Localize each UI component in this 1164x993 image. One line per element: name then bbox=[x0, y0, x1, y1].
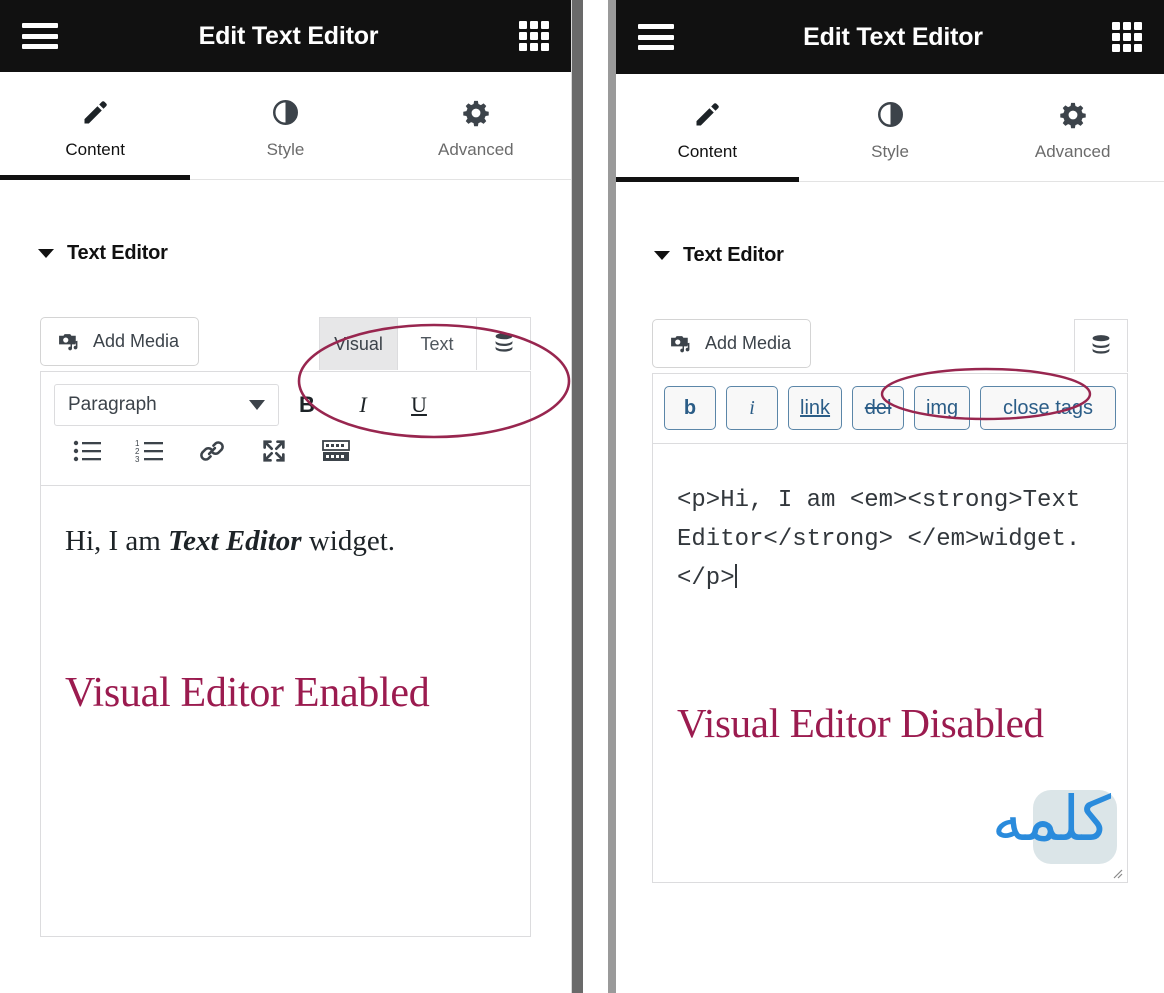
panel-visual-editor: Edit Text Editor Content Style Advanced … bbox=[0, 0, 572, 993]
tab-label: Content bbox=[677, 141, 738, 161]
code-value: <p>Hi, I am <em><strong>Text Editor</str… bbox=[677, 487, 1095, 592]
editor-tab-label: Text bbox=[420, 333, 454, 354]
mce-toolbar: Paragraph B I U 1 2 3 bbox=[40, 371, 531, 485]
quicktag-del-button[interactable]: del bbox=[852, 386, 905, 430]
add-media-label: Add Media bbox=[705, 333, 792, 353]
text-caret bbox=[734, 563, 737, 588]
wp-editor-right: Add Media b i link del img close tags <p… bbox=[652, 319, 1128, 883]
code-content: <p>Hi, I am <em><strong>Text Editor</str… bbox=[677, 480, 1103, 599]
contrast-icon bbox=[272, 98, 299, 128]
status-text: Visual Editor Disabled bbox=[677, 699, 1044, 746]
caret-down-icon bbox=[654, 251, 670, 260]
camera-music-icon bbox=[59, 334, 78, 351]
underline-button[interactable]: U bbox=[391, 384, 447, 426]
editor-tab-label: Visual bbox=[334, 333, 383, 354]
top-bar-left: Edit Text Editor bbox=[0, 0, 571, 72]
fullscreen-icon[interactable] bbox=[243, 431, 305, 471]
hamburger-menu-icon[interactable] bbox=[22, 23, 58, 49]
quicktag-link-button[interactable]: link bbox=[788, 386, 843, 430]
screenshot-stage: Edit Text Editor Content Style Advanced … bbox=[0, 0, 1164, 993]
media-row-right: Add Media bbox=[652, 319, 1128, 373]
tab-content[interactable]: Content bbox=[616, 74, 799, 182]
status-text: Visual Editor Enabled bbox=[65, 670, 430, 717]
section-title: Text Editor bbox=[67, 242, 168, 264]
mce-toolbar-row-1: Paragraph B I U bbox=[54, 383, 517, 427]
bulleted-list-icon[interactable] bbox=[57, 431, 119, 471]
rendered-emphasis: Text Editor bbox=[168, 525, 302, 557]
absent-switcher-area bbox=[1074, 319, 1128, 372]
insert-link-icon[interactable] bbox=[181, 431, 243, 471]
rendered-prefix: Hi, I am bbox=[65, 525, 169, 557]
database-stack-button[interactable] bbox=[1074, 319, 1128, 372]
panel-tabs-right: Content Style Advanced bbox=[616, 74, 1164, 182]
html-source-textarea[interactable]: <p>Hi, I am <em><strong>Text Editor</str… bbox=[652, 443, 1128, 883]
camera-music-icon bbox=[671, 336, 690, 353]
bold-button[interactable]: B bbox=[279, 384, 335, 426]
database-stack-button[interactable] bbox=[477, 317, 531, 370]
toolbar-toggle-icon[interactable] bbox=[305, 431, 367, 471]
top-bar-right: Edit Text Editor bbox=[616, 0, 1164, 74]
wp-editor-left: Add Media Visual Text Paragraph B I U 1 … bbox=[40, 317, 531, 937]
format-select[interactable]: Paragraph bbox=[54, 384, 279, 426]
tab-label: Style bbox=[266, 139, 305, 159]
quicktag-close-tags-button[interactable]: close tags bbox=[980, 386, 1116, 430]
apps-grid-icon[interactable] bbox=[1112, 22, 1142, 52]
panel-separator-light bbox=[608, 0, 616, 993]
rendered-paragraph: Hi, I am Text Editor widget. bbox=[65, 522, 506, 561]
add-media-button[interactable]: Add Media bbox=[40, 317, 200, 366]
format-select-value: Paragraph bbox=[68, 394, 157, 415]
numbered-list-icon[interactable]: 1 2 3 bbox=[119, 431, 181, 471]
quicktag-img-button[interactable]: img bbox=[914, 386, 970, 430]
quicktag-b-button[interactable]: b bbox=[664, 386, 716, 430]
watermark-text: كلمه bbox=[991, 782, 1111, 855]
caret-down-icon bbox=[38, 249, 54, 258]
panel-tabs-left: Content Style Advanced bbox=[0, 72, 571, 180]
section-title: Text Editor bbox=[683, 244, 784, 266]
add-media-label: Add Media bbox=[93, 331, 180, 351]
page-title: Edit Text Editor bbox=[803, 22, 983, 51]
editor-tab-visual[interactable]: Visual bbox=[319, 317, 398, 370]
tab-label: Content bbox=[65, 139, 125, 159]
hamburger-menu-icon[interactable] bbox=[638, 24, 674, 50]
italic-button[interactable]: I bbox=[335, 384, 391, 426]
contrast-icon bbox=[877, 100, 904, 130]
media-row-left: Add Media Visual Text bbox=[40, 317, 531, 371]
apps-grid-icon[interactable] bbox=[519, 21, 549, 51]
tab-style[interactable]: Style bbox=[799, 74, 982, 181]
gear-icon bbox=[462, 98, 490, 128]
tab-content[interactable]: Content bbox=[0, 72, 191, 180]
gear-icon bbox=[1059, 100, 1087, 130]
tab-style[interactable]: Style bbox=[190, 72, 380, 179]
panel-separator-gap bbox=[583, 0, 608, 993]
quicktag-i-button[interactable]: i bbox=[726, 386, 778, 430]
tab-advanced[interactable]: Advanced bbox=[381, 72, 571, 179]
tab-advanced[interactable]: Advanced bbox=[981, 74, 1164, 181]
visual-content-area[interactable]: Hi, I am Text Editor widget. Visual Edit… bbox=[40, 485, 531, 937]
pencil-icon bbox=[81, 98, 109, 128]
rendered-suffix: widget. bbox=[301, 525, 396, 557]
svg-text:3: 3 bbox=[135, 455, 140, 464]
panel-separator-dark bbox=[572, 0, 583, 993]
section-header-text-editor[interactable]: Text Editor bbox=[0, 180, 571, 265]
chevron-down-icon bbox=[249, 400, 265, 410]
database-stack-icon bbox=[1090, 334, 1112, 358]
editor-tab-text[interactable]: Text bbox=[398, 317, 477, 370]
watermark-logo: كلمه bbox=[975, 782, 1117, 864]
mce-toolbar-row-2: 1 2 3 bbox=[54, 427, 517, 475]
quicktags-toolbar: b i link del img close tags bbox=[652, 373, 1128, 443]
tab-label: Advanced bbox=[1034, 141, 1111, 161]
add-media-button[interactable]: Add Media bbox=[652, 319, 812, 368]
resize-grip-icon[interactable] bbox=[1109, 865, 1123, 879]
tab-label: Style bbox=[871, 141, 909, 161]
pencil-icon bbox=[693, 100, 721, 130]
section-header-text-editor[interactable]: Text Editor bbox=[616, 182, 1164, 267]
tab-label: Advanced bbox=[438, 139, 514, 159]
panel-text-editor: Edit Text Editor Content Style Advanced … bbox=[616, 0, 1164, 993]
page-title: Edit Text Editor bbox=[198, 21, 379, 50]
visual-text-switcher: Visual Text bbox=[319, 317, 531, 370]
database-stack-icon bbox=[493, 332, 515, 356]
